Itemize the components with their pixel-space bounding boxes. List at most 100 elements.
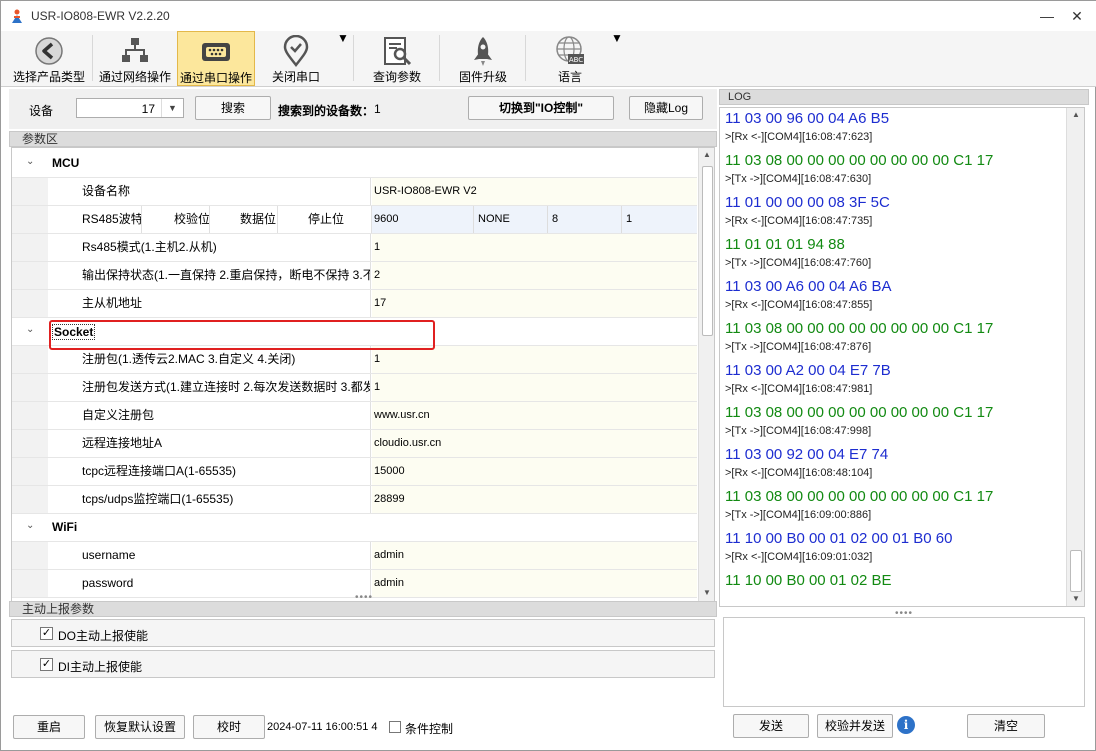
close-serial-button[interactable]: 关闭串口	[259, 31, 333, 86]
log-hex-line: 11 03 08 00 00 00 00 00 00 00 00 C1 17	[725, 488, 994, 505]
switch-io-control-button[interactable]: 切换到"IO控制"	[468, 96, 614, 120]
param-row[interactable]: 注册包发送方式(1.建立连接时 2.每次发送数据时 3.都发 1	[12, 374, 697, 402]
params-grid: ⌄MCU 设备名称USR-IO808-EWR V2 RS485波特率 校验位 数…	[11, 147, 715, 603]
main-toolbar: 选择产品类型 通过网络操作 通过串口操作 关闭串口 ▼ 查询参数 固件升级 AB…	[1, 31, 1096, 87]
clear-button[interactable]: 清空	[967, 714, 1045, 738]
di-report-label: DI主动上报使能	[58, 660, 143, 674]
device-bar: 设备 17 ▼ 搜索 搜索到的设备数： 1 切换到"IO控制" 隐藏Log	[9, 89, 717, 129]
chevron-down-icon[interactable]: ⌄	[26, 156, 34, 167]
check-and-send-button[interactable]: 校验并发送	[817, 714, 893, 738]
title-bar: USR-IO808-EWR V2.2.20 — ✕	[1, 1, 1096, 31]
category-wifi[interactable]: ⌄ WiFi	[12, 514, 697, 542]
condition-control-checkbox[interactable]	[389, 721, 401, 733]
info-icon[interactable]: i	[897, 716, 915, 734]
report-section-header: 主动上报参数	[9, 601, 717, 617]
device-value: 17	[141, 102, 155, 116]
log-hex-line: 11 03 08 00 00 00 00 00 00 00 00 C1 17	[725, 152, 994, 169]
param-row-rs485-mode[interactable]: Rs485模式(1.主机2.从机) 1	[12, 234, 697, 262]
param-row[interactable]: 远程连接地址A cloudio.usr.cn	[12, 430, 697, 458]
param-row[interactable]: 设备名称 USR-IO808-EWR V2	[12, 178, 697, 206]
chevron-down-icon[interactable]: ▼	[161, 99, 183, 117]
param-row[interactable]: username admin	[12, 542, 697, 570]
do-report-checkbox[interactable]: ✓	[40, 627, 53, 640]
param-row[interactable]: 自定义注册包 www.usr.cn	[12, 402, 697, 430]
log-meta-line: >[Tx ->][COM4][16:08:47:998]	[725, 425, 872, 437]
device-select[interactable]: 17 ▼	[76, 98, 184, 118]
app-window: USR-IO808-EWR V2.2.20 — ✕ 选择产品类型 通过网络操作 …	[0, 0, 1096, 751]
category-socket[interactable]: ⌄ Socket	[12, 318, 697, 346]
restart-button[interactable]: 重启	[13, 715, 85, 739]
log-pane: LOG 11 03 00 96 00 04 A6 B5 >[Rx <-][COM4…	[719, 89, 1089, 745]
toolbar-label: 通过网络操作	[98, 70, 171, 84]
toolbar-label: 语言	[557, 70, 582, 84]
language-dropdown-icon[interactable]: ▼	[611, 31, 623, 86]
chevron-down-icon[interactable]: ⌄	[26, 520, 34, 531]
search-document-icon	[384, 37, 412, 66]
query-params-button[interactable]: 查询参数	[359, 31, 435, 86]
search-button[interactable]: 搜索	[195, 96, 271, 120]
toolbar-label: 关闭串口	[271, 70, 320, 84]
toolbar-label: 固件升级	[458, 70, 507, 84]
toolbar-separator	[525, 35, 526, 81]
globe-abc-icon: ABC	[556, 36, 584, 64]
svg-text:ABC: ABC	[569, 56, 583, 64]
param-row-rs485-header[interactable]: RS485波特率 校验位 数据位 停止位 9600 NONE 8 1	[12, 206, 697, 234]
log-meta-line: >[Rx <-][COM4][16:09:01:032]	[725, 551, 873, 563]
log-hex-line: 11 03 00 92 00 04 E7 74	[725, 446, 889, 463]
restore-defaults-button[interactable]: 恢复默认设置	[95, 715, 185, 739]
do-report-row: ✓ DO主动上报使能	[11, 619, 715, 647]
di-report-checkbox[interactable]: ✓	[40, 658, 53, 671]
left-pane: 设备 17 ▼ 搜索 搜索到的设备数： 1 切换到"IO控制" 隐藏Log 参数…	[9, 89, 717, 745]
param-row[interactable]: tcps/udps监控端口(1-65535) 28899	[12, 486, 697, 514]
log-hex-line: 11 03 08 00 00 00 00 00 00 00 00 C1 17	[725, 320, 994, 337]
log-hex-line: 11 03 00 A2 00 04 E7 7B	[725, 362, 891, 379]
log-hex-line: 11 03 00 A6 00 04 A6 BA	[725, 278, 892, 295]
minimize-button[interactable]: —	[1035, 7, 1059, 25]
log-meta-line: >[Tx ->][COM4][16:08:47:760]	[725, 257, 872, 269]
toolbar-separator	[439, 35, 440, 81]
rocket-icon	[474, 37, 492, 66]
di-report-row: ✓ DI主动上报使能	[11, 650, 715, 678]
window-title: USR-IO808-EWR V2.2.20	[31, 9, 170, 23]
log-scrollbar[interactable]: ▲ ▼	[1066, 108, 1084, 606]
firmware-upgrade-button[interactable]: 固件升级	[445, 31, 521, 86]
log-hex-line: 11 10 00 B0 00 01 02 BE	[725, 572, 892, 589]
log-hex-line: 11 01 00 00 00 08 3F 5C	[725, 194, 890, 211]
sync-time-button[interactable]: 校时	[193, 715, 265, 739]
param-row[interactable]: 主从机地址 17	[12, 290, 697, 318]
send-button[interactable]: 发送	[733, 714, 809, 738]
scroll-thumb[interactable]	[1070, 550, 1082, 592]
log-hex-line: 11 03 08 00 00 00 00 00 00 00 00 C1 17	[725, 404, 994, 421]
network-icon	[122, 38, 148, 62]
serial-port-icon	[202, 43, 230, 61]
toolbar-separator	[353, 35, 354, 81]
log-meta-line: >[Rx <-][COM4][16:08:47:735]	[725, 215, 873, 227]
close-serial-dropdown-icon[interactable]: ▼	[337, 31, 349, 86]
language-button[interactable]: ABC 语言	[533, 31, 607, 86]
log-meta-line: >[Rx <-][COM4][16:08:47:981]	[725, 383, 873, 395]
category-mcu[interactable]: ⌄ MCU	[12, 150, 697, 178]
close-button[interactable]: ✕	[1065, 7, 1089, 25]
param-row[interactable]: 注册包(1.透传云2.MAC 3.自定义 4.关闭) 1	[12, 346, 697, 374]
params-scrollbar[interactable]: ▲ ▼	[698, 148, 714, 602]
scroll-up-icon[interactable]: ▲	[703, 150, 711, 159]
scroll-thumb[interactable]	[702, 166, 713, 336]
device-label: 设备	[29, 104, 54, 118]
hide-log-button[interactable]: 隐藏Log	[629, 96, 703, 120]
serial-operation-button[interactable]: 通过串口操作	[177, 31, 255, 86]
log-header: LOG	[719, 89, 1089, 105]
send-input[interactable]	[723, 617, 1085, 707]
scroll-up-icon[interactable]: ▲	[1072, 110, 1080, 119]
chevron-down-icon[interactable]: ⌄	[26, 324, 34, 335]
toolbar-separator	[92, 35, 93, 81]
params-section-header: 参数区	[9, 131, 717, 147]
current-time: 2024-07-11 16:00:51 4	[267, 721, 378, 733]
select-product-type-button[interactable]: 选择产品类型	[9, 31, 89, 86]
param-row[interactable]: 输出保持状态(1.一直保持 2.重启保持，断电不保持 3.不 2	[12, 262, 697, 290]
log-meta-line: >[Tx ->][COM4][16:08:47:876]	[725, 341, 872, 353]
param-row[interactable]: tcpc远程连接端口A(1-65535) 15000	[12, 458, 697, 486]
scroll-down-icon[interactable]: ▼	[703, 588, 711, 597]
network-operation-button[interactable]: 通过网络操作	[95, 31, 175, 86]
scroll-down-icon[interactable]: ▼	[1072, 594, 1080, 603]
found-count: 1	[374, 102, 381, 116]
